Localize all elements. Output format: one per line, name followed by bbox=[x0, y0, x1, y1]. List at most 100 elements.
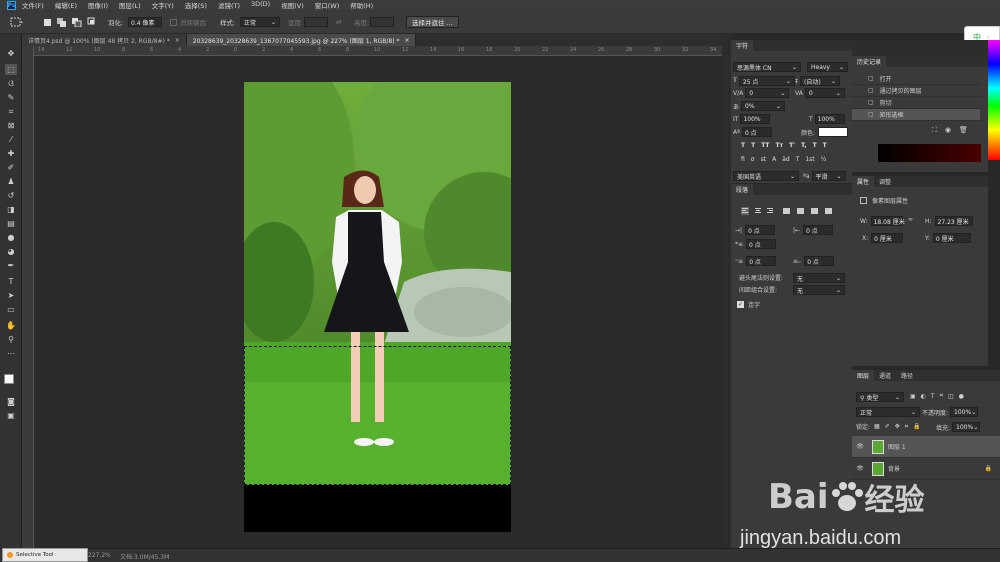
height-input[interactable] bbox=[370, 17, 394, 27]
leading-input[interactable]: (自动) ⌄ bbox=[800, 76, 840, 86]
menu-item-0[interactable]: 文件(F) bbox=[22, 0, 44, 10]
type-style-button[interactable]: T' bbox=[789, 142, 795, 149]
select-and-mask-button[interactable]: 选择并遮住 ... bbox=[406, 16, 459, 28]
tab-layers[interactable]: 图层 bbox=[852, 370, 875, 381]
opacity-input[interactable]: 100% ⌄ bbox=[950, 407, 979, 417]
gradient-tool-icon[interactable]: ▤ bbox=[5, 218, 17, 229]
opentype-button[interactable]: ād bbox=[782, 156, 790, 163]
type-style-button[interactable]: T bbox=[751, 142, 755, 149]
layer-filter-select[interactable]: ⚲ 类型 ⌄ bbox=[856, 392, 904, 402]
marquee-tool-preset[interactable] bbox=[10, 16, 24, 28]
tsume-input[interactable]: 0% ⌄ bbox=[741, 101, 786, 111]
type-style-button[interactable]: T bbox=[741, 142, 745, 149]
type-style-button[interactable]: T, bbox=[801, 142, 807, 149]
pen-tool-icon[interactable]: ✒ bbox=[5, 260, 17, 271]
menu-item-4[interactable]: 文字(Y) bbox=[152, 0, 174, 10]
opentype-button[interactable]: A bbox=[772, 156, 776, 163]
type-style-button[interactable]: T bbox=[823, 142, 827, 149]
rect-marquee-tool-icon[interactable]: ⬚ bbox=[5, 64, 17, 75]
lock-pixels-icon[interactable]: ✐ bbox=[885, 423, 890, 431]
kinsoku-select[interactable]: 无 ⌄ bbox=[793, 273, 845, 283]
opentype-button[interactable]: st bbox=[761, 156, 766, 163]
filter-type-icon[interactable]: T bbox=[931, 393, 935, 400]
filter-pixel-icon[interactable]: ▣ bbox=[910, 393, 916, 400]
history-item[interactable]: ▢ 通过拷贝的图层 bbox=[852, 85, 980, 97]
opentype-button[interactable]: 1st bbox=[805, 156, 814, 163]
type-style-button[interactable]: TT bbox=[761, 142, 769, 149]
filter-smart-icon[interactable]: ◫ bbox=[948, 393, 954, 400]
menu-item-5[interactable]: 选择(S) bbox=[185, 0, 207, 10]
vertical-scale-input[interactable]: 100% bbox=[740, 114, 771, 124]
selection-marquee[interactable] bbox=[244, 346, 511, 485]
close-icon[interactable]: × bbox=[404, 37, 409, 44]
healing-brush-tool-icon[interactable]: ✚ bbox=[5, 148, 17, 159]
menu-item-8[interactable]: 视图(V) bbox=[281, 0, 304, 10]
filter-shape-icon[interactable]: ⌗ bbox=[940, 392, 943, 400]
menu-item-1[interactable]: 编辑(E) bbox=[55, 0, 77, 10]
eraser-tool-icon[interactable]: ◨ bbox=[5, 204, 17, 215]
tab-paragraph[interactable]: 段落 bbox=[731, 184, 754, 195]
space-after-input[interactable]: 0 点 bbox=[804, 256, 835, 266]
zoom-tool-icon[interactable]: ⚲ bbox=[5, 334, 17, 345]
hyphenate-checkbox[interactable]: ✓ 连字 bbox=[737, 300, 760, 309]
filter-toggle-icon[interactable]: ● bbox=[959, 393, 964, 400]
mojikumi-select[interactable]: 无 ⌄ bbox=[793, 285, 845, 295]
foreground-color-swatch[interactable] bbox=[4, 374, 14, 384]
eyedropper-tool-icon[interactable]: ⁄ bbox=[5, 134, 17, 145]
width-input[interactable] bbox=[304, 17, 328, 27]
lock-transparent-icon[interactable]: ▦ bbox=[874, 423, 880, 431]
menu-item-9[interactable]: 窗口(W) bbox=[315, 0, 340, 10]
layer-height-input[interactable]: 27.23 厘米 bbox=[934, 216, 973, 226]
layer-x-input[interactable]: 0 厘米 bbox=[871, 233, 904, 243]
opentype-button[interactable]: σ bbox=[751, 156, 755, 163]
layer-y-input[interactable]: 0 厘米 bbox=[932, 233, 971, 243]
tab-paths[interactable]: 路径 bbox=[896, 370, 918, 381]
camera-icon[interactable]: ◉ bbox=[945, 126, 951, 135]
history-item[interactable]: ▢ 打开 bbox=[852, 73, 980, 85]
menu-item-10[interactable]: 帮助(H) bbox=[350, 0, 373, 10]
fill-input[interactable]: 100% ⌄ bbox=[952, 422, 981, 432]
tab-character[interactable]: 字符 bbox=[731, 40, 754, 51]
font-size-input[interactable]: 25 点 ⌄ bbox=[738, 76, 795, 86]
indent-left-input[interactable]: 0 点 bbox=[745, 225, 776, 235]
tab-channels[interactable]: 通道 bbox=[874, 370, 896, 381]
tab-detail-psd[interactable]: 详情页4.psd @ 100% (图层 48 拷贝 2, RGB/8#) * × bbox=[22, 34, 187, 46]
lasso-tool-icon[interactable]: ଓ bbox=[5, 78, 17, 89]
baseline-shift-input[interactable]: 0 点 bbox=[741, 127, 772, 137]
quick-select-tool-icon[interactable]: ✎ bbox=[5, 92, 17, 103]
snapshot-doc-icon[interactable]: ⛶ bbox=[932, 126, 937, 135]
tab-photo-jpg[interactable]: 20328639_20328639_1367077045593.jpg @ 22… bbox=[186, 34, 417, 46]
style-select[interactable]: 正常 ⌄ bbox=[240, 17, 280, 27]
color-spectrum[interactable] bbox=[988, 40, 1000, 190]
status-zoom[interactable]: 227.2% bbox=[88, 552, 111, 559]
blend-mode-select[interactable]: 正常 ⌄ bbox=[856, 407, 920, 417]
more-tools-icon[interactable]: ⋯ bbox=[5, 348, 17, 359]
opentype-button[interactable]: T bbox=[796, 156, 800, 163]
tab-properties[interactable]: 属性 bbox=[852, 176, 875, 187]
dodge-tool-icon[interactable]: ◕ bbox=[5, 246, 17, 257]
history-item[interactable]: ▢ 矩形选框 bbox=[852, 109, 980, 121]
indent-right-input[interactable]: 0 点 bbox=[803, 225, 834, 235]
tab-adjustments[interactable]: 调整 bbox=[874, 176, 896, 187]
horizontal-scale-input[interactable]: 100% bbox=[814, 114, 845, 124]
menu-item-2[interactable]: 图像(I) bbox=[88, 0, 108, 10]
layer-name[interactable]: 图层 1 bbox=[888, 442, 1000, 451]
text-color-swatch[interactable] bbox=[818, 127, 849, 137]
close-icon[interactable]: × bbox=[175, 37, 180, 44]
type-tool-icon[interactable]: T bbox=[5, 276, 17, 287]
hand-tool-icon[interactable]: ✋ bbox=[5, 320, 17, 331]
trash-icon[interactable]: 🗑 bbox=[959, 126, 968, 135]
lock-position-icon[interactable]: ✥ bbox=[895, 423, 900, 431]
path-select-tool-icon[interactable]: ➤ bbox=[5, 290, 17, 301]
tab-history[interactable]: 历史记录 bbox=[852, 56, 887, 67]
type-style-button[interactable]: T bbox=[813, 142, 817, 149]
feather-input[interactable]: 0.4 像素 bbox=[128, 17, 162, 27]
history-item[interactable]: ▢ 剪切 bbox=[852, 97, 980, 109]
visibility-eye-icon[interactable]: 👁 bbox=[852, 465, 868, 472]
language-select[interactable]: 美国英语 ⌄ bbox=[733, 171, 799, 181]
brush-tool-icon[interactable]: ✐ bbox=[5, 162, 17, 173]
filter-adjust-icon[interactable]: ◐ bbox=[921, 393, 926, 400]
visibility-eye-icon[interactable]: 👁 bbox=[852, 443, 868, 450]
frame-tool-icon[interactable]: ⊠ bbox=[5, 120, 17, 131]
layer-name[interactable]: 背景 bbox=[888, 464, 985, 473]
